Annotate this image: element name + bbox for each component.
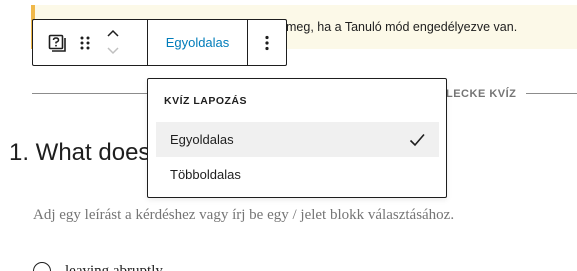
toolbar-group-block xyxy=(33,20,148,65)
notice-text: meg, ha a Tanuló mód engedélyezve van. xyxy=(286,20,518,34)
block-mover xyxy=(105,27,121,59)
answer-text[interactable]: leaving abruptly xyxy=(65,263,163,271)
dropdown-item-label: Egyoldalas xyxy=(170,132,234,147)
dropdown-item-single-page[interactable]: Egyoldalas xyxy=(156,122,439,157)
dropdown-item-label: Többoldalas xyxy=(170,167,241,182)
answer-radio[interactable] xyxy=(33,262,51,271)
separator-line-right xyxy=(526,93,577,94)
chevron-down-icon[interactable] xyxy=(106,43,120,61)
lesson-quiz-label: LECKE KVÍZ xyxy=(446,88,517,100)
separator-line-left xyxy=(32,93,152,94)
answer-option[interactable]: leaving abruptly xyxy=(33,262,163,271)
block-toolbar: Egyoldalas xyxy=(32,19,287,66)
question-title[interactable]: 1. What does xyxy=(9,139,150,167)
vertical-ellipsis-icon[interactable] xyxy=(257,33,277,53)
dropdown-item-multi-page[interactable]: Többoldalas xyxy=(156,157,439,192)
quiz-block-icon[interactable] xyxy=(47,33,67,53)
toolbar-group-mode: Egyoldalas xyxy=(148,20,248,65)
drag-handle-icon[interactable] xyxy=(77,33,93,53)
pagination-mode-button[interactable]: Egyoldalas xyxy=(166,35,230,50)
toolbar-group-more xyxy=(248,20,286,65)
check-icon xyxy=(407,130,427,150)
question-description[interactable]: Adj egy leírást a kérdéshez vagy írj be … xyxy=(33,207,454,224)
dropdown-heading: KVÍZ LAPOZÁS xyxy=(164,95,248,107)
pagination-dropdown: KVÍZ LAPOZÁS Egyoldalas Többoldalas xyxy=(147,78,447,198)
chevron-up-icon[interactable] xyxy=(106,25,120,43)
